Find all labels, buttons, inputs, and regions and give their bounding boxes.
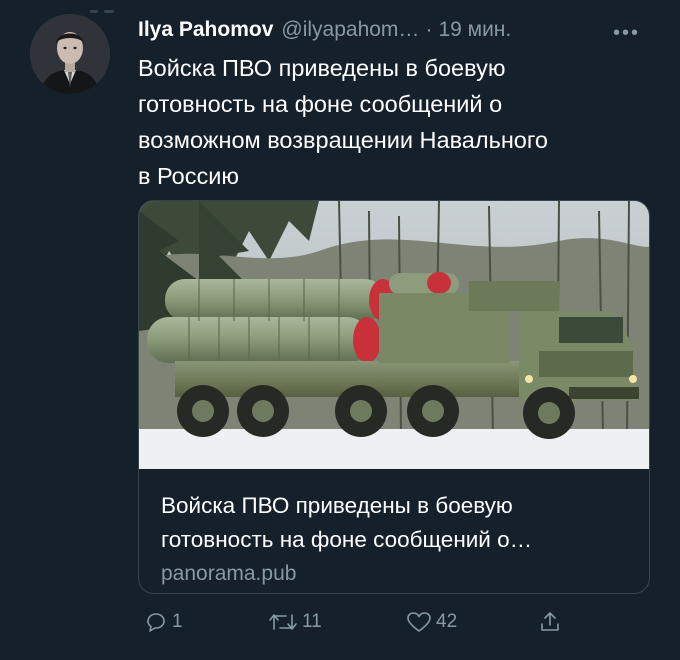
tweet-timestamp[interactable]: 19 мин. — [438, 18, 511, 42]
reply-icon — [144, 610, 168, 634]
more-icon[interactable]: ••• — [613, 22, 640, 45]
share-icon — [538, 610, 562, 634]
card-title-line: Войска ПВО приведены в боевую — [161, 493, 513, 518]
avatar-photo — [30, 14, 110, 94]
share-button[interactable] — [538, 610, 562, 634]
tweet-header: Ilya Pahomov @ilyapahom… · 19 мин. ••• — [138, 18, 658, 46]
heart-icon — [406, 610, 432, 634]
reply-count: 1 — [172, 611, 183, 632]
retweet-icon — [268, 610, 298, 634]
missile-launcher-photo — [139, 201, 649, 469]
link-preview-card[interactable]: Войска ПВО приведены в боевую готовность… — [138, 200, 650, 594]
retweet-button[interactable]: 11 — [268, 610, 322, 634]
like-button[interactable]: 42 — [406, 610, 457, 634]
avatar[interactable] — [30, 14, 110, 94]
author-name[interactable]: Ilya Pahomov — [138, 18, 273, 42]
tweet-text-line: Войска ПВО приведены в боевую — [138, 55, 506, 81]
tweet-actions: 1 11 42 — [138, 610, 578, 644]
card-image[interactable] — [139, 201, 649, 469]
author-handle[interactable]: @ilyapahom… — [281, 18, 419, 42]
tweet-text-line: готовность на фоне сообщений о — [138, 91, 503, 117]
card-title: Войска ПВО приведены в боевую готовность… — [161, 489, 631, 557]
retweet-count: 11 — [302, 611, 322, 632]
thread-connector — [90, 0, 120, 13]
tweet-text-line: в Россию — [138, 163, 239, 189]
card-domain: panorama.pub — [161, 562, 297, 585]
card-body[interactable]: Войска ПВО приведены в боевую готовность… — [161, 489, 631, 590]
card-title-line: готовность на фоне сообщений о… — [161, 527, 533, 552]
reply-button[interactable]: 1 — [144, 610, 183, 634]
tweet-text: Войска ПВО приведены в боевую готовность… — [138, 50, 648, 194]
like-count: 42 — [436, 611, 458, 632]
tweet-text-line: возможном возвращении Навального — [138, 127, 548, 153]
separator-dot: · — [425, 18, 433, 41]
